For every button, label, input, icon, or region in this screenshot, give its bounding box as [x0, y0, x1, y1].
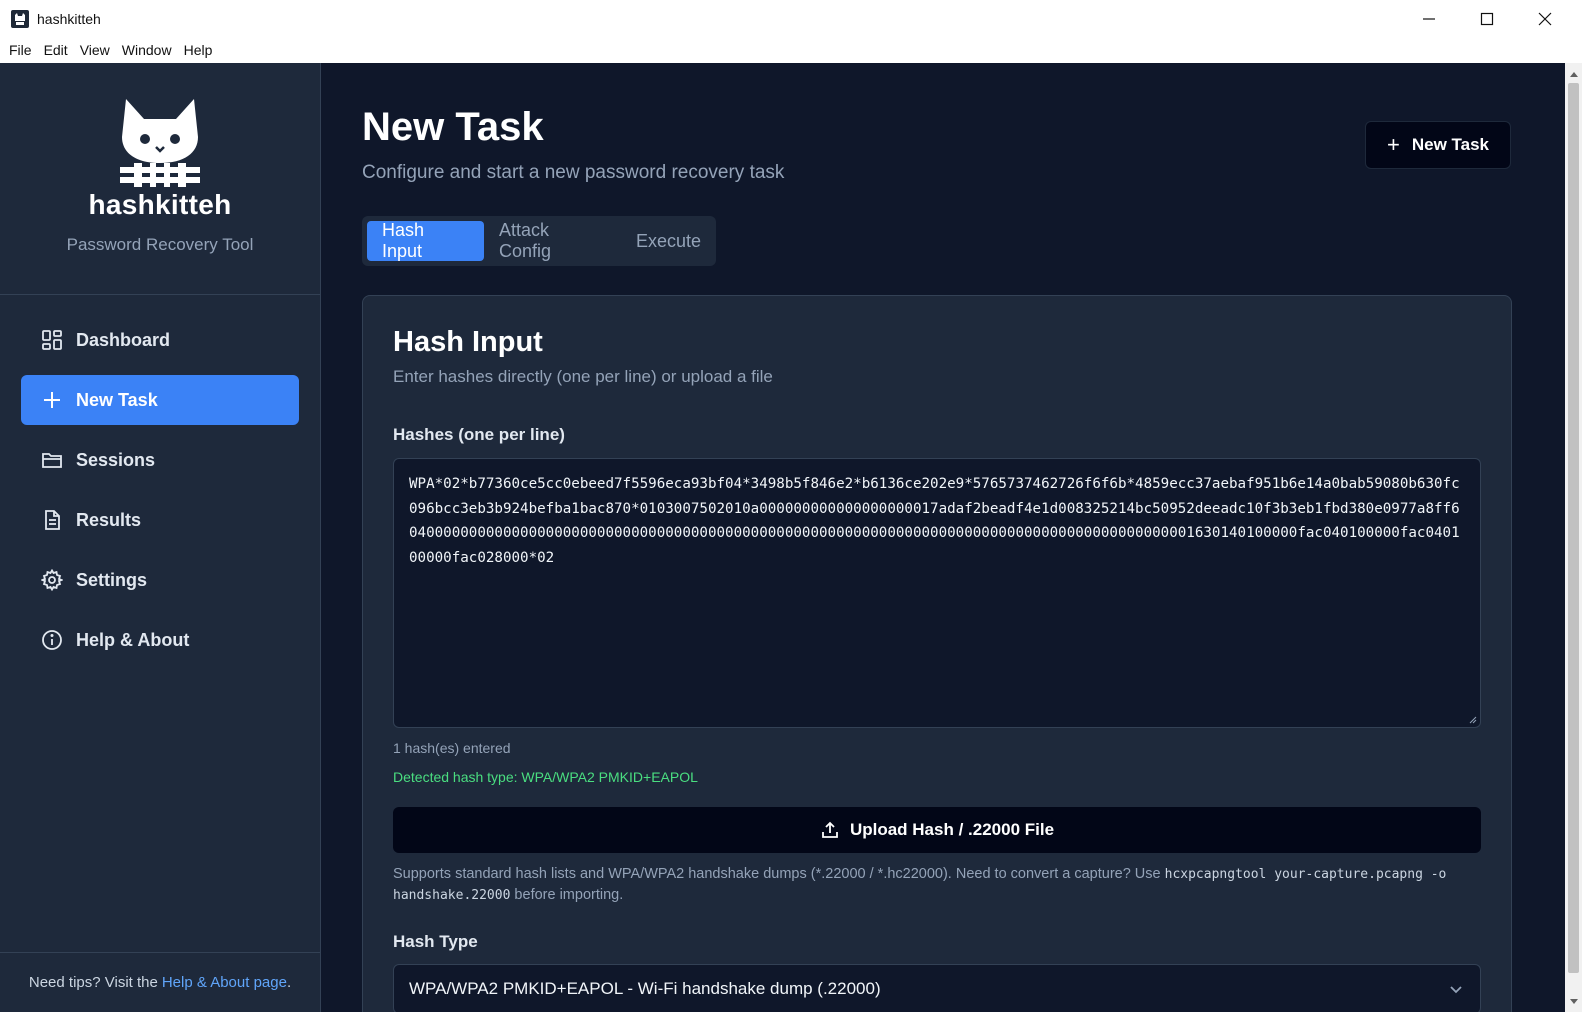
- brand-subtitle: Password Recovery Tool: [66, 235, 254, 254]
- hashes-textarea[interactable]: WPA*02*b77360ce5cc0ebeed7f5596eca93bf04*…: [393, 458, 1481, 728]
- hash-type-label: Hash Type: [393, 932, 478, 951]
- upload-button-label: Upload Hash / .22000 File: [849, 820, 1055, 839]
- help-about-link[interactable]: Help & About page: [162, 974, 287, 991]
- tab-execute[interactable]: Execute: [621, 221, 716, 261]
- sidebar-nav: Dashboard New Task Sessions Results Sett…: [0, 295, 320, 665]
- app-icon: [11, 9, 29, 28]
- sidebar-item-label: Settings: [76, 569, 148, 590]
- sidebar-item-label: Help & About: [76, 629, 190, 650]
- folder-icon: [41, 449, 63, 471]
- new-task-button[interactable]: + New Task: [1365, 121, 1511, 169]
- minimize-icon: [1423, 17, 1435, 20]
- hash-count: 1 hash(es) entered: [393, 740, 511, 756]
- file-icon: [41, 509, 63, 531]
- cat-logo-icon: [120, 99, 200, 187]
- menu-edit[interactable]: Edit: [39, 42, 73, 58]
- chevron-down-icon: [1450, 986, 1462, 994]
- sidebar-item-settings[interactable]: Settings: [21, 555, 299, 605]
- menu-help[interactable]: Help: [179, 42, 218, 58]
- help-text-post: before importing.: [510, 887, 624, 903]
- menu-window[interactable]: Window: [117, 42, 177, 58]
- hashes-label: Hashes (one per line): [393, 425, 565, 444]
- main-content: New Task Configure and start a new passw…: [321, 63, 1565, 1012]
- title-bar: hashkitteh: [0, 0, 1582, 37]
- gear-icon: [41, 569, 63, 591]
- sidebar-item-new-task[interactable]: New Task: [21, 375, 299, 425]
- new-task-button-label: New Task: [1411, 135, 1490, 154]
- plus-icon: [41, 389, 63, 411]
- close-button[interactable]: [1516, 0, 1574, 37]
- brand: hashkitteh Password Recovery Tool: [0, 63, 320, 295]
- minimize-button[interactable]: [1400, 0, 1458, 37]
- hash-type-value: WPA/WPA2 PMKID+EAPOL - Wi-Fi handshake d…: [409, 979, 881, 998]
- sidebar-item-help-about[interactable]: Help & About: [21, 615, 299, 665]
- card-title: Hash Input: [393, 326, 543, 358]
- hashes-value: WPA*02*b77360ce5cc0ebeed7f5596eca93bf04*…: [409, 476, 1460, 566]
- close-icon: [1538, 12, 1552, 25]
- maximize-icon: [1480, 12, 1494, 25]
- sidebar-footer: Need tips? Visit the Help & About page .: [0, 952, 320, 1012]
- sidebar-item-label: Sessions: [76, 449, 156, 470]
- menu-file[interactable]: File: [4, 42, 37, 58]
- menu-bar: File Edit View Window Help: [0, 37, 1582, 63]
- sidebar-item-results[interactable]: Results: [21, 495, 299, 545]
- tab-hash-input[interactable]: Hash Input: [367, 220, 484, 261]
- sidebar-item-label: New Task: [76, 389, 158, 410]
- tab-attack-config[interactable]: Attack Config: [484, 220, 621, 261]
- sidebar-item-dashboard[interactable]: Dashboard: [21, 315, 299, 365]
- sidebar-item-label: Results: [76, 509, 142, 530]
- page-subtitle: Configure and start a new password recov…: [362, 162, 785, 183]
- scroll-up-icon[interactable]: [1565, 65, 1582, 82]
- scroll-down-icon[interactable]: [1565, 993, 1582, 1010]
- sidebar: hashkitteh Password Recovery Tool Dashbo…: [0, 63, 321, 1012]
- maximize-button[interactable]: [1458, 0, 1516, 37]
- sidebar-item-label: Dashboard: [76, 329, 171, 350]
- sidebar-item-sessions[interactable]: Sessions: [21, 435, 299, 485]
- hash-type-select[interactable]: WPA/WPA2 PMKID+EAPOL - Wi-Fi handshake d…: [393, 964, 1481, 1012]
- upload-hash-button[interactable]: Upload Hash / .22000 File: [393, 807, 1481, 853]
- info-icon: [41, 629, 63, 651]
- upload-help-text: Supports standard hash lists and WPA/WPA…: [393, 864, 1483, 906]
- page-title: New Task: [362, 105, 544, 149]
- help-text-pre: Supports standard hash lists and WPA/WPA…: [393, 866, 1165, 882]
- plus-icon: +: [1386, 132, 1400, 157]
- card-subtitle: Enter hashes directly (one per line) or …: [393, 367, 773, 386]
- dashboard-icon: [41, 329, 63, 351]
- tab-bar: Hash Input Attack Config Execute: [362, 216, 716, 266]
- resize-grip-icon[interactable]: [1467, 714, 1477, 724]
- brand-name: hashkitteh: [88, 189, 232, 220]
- scrollbar[interactable]: [1565, 63, 1582, 1012]
- detected-hash-type: Detected hash type: WPA/WPA2 PMKID+EAPOL: [393, 769, 698, 785]
- upload-icon: [822, 821, 838, 838]
- scrollbar-thumb[interactable]: [1568, 83, 1579, 973]
- footer-text: Need tips? Visit the: [28, 974, 158, 991]
- footer-period: .: [286, 974, 292, 991]
- menu-view[interactable]: View: [75, 42, 115, 58]
- window-title: hashkitteh: [37, 10, 101, 27]
- hash-input-card: Hash Input Enter hashes directly (one pe…: [362, 295, 1512, 1012]
